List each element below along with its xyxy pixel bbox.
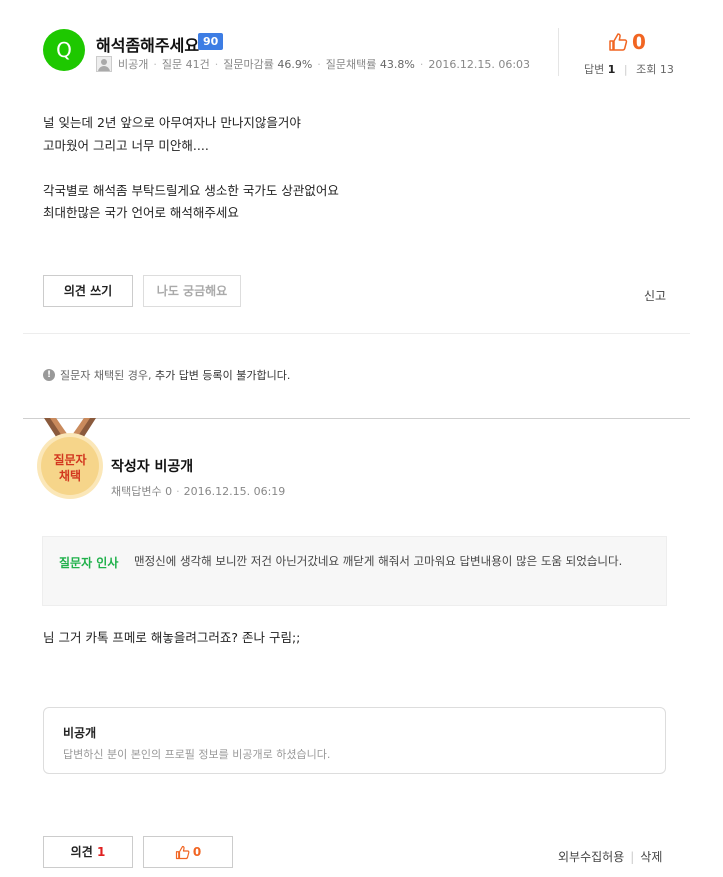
- adopt-rate-label: 질문채택률: [325, 58, 377, 71]
- meta-separator: ·: [153, 57, 157, 71]
- views-count: 13: [659, 63, 674, 76]
- question-like-button[interactable]: 0: [608, 30, 646, 54]
- adopted-notice: ! 질문자 채택된 경우, 추가 답변 등록이 불가합니다.: [43, 367, 290, 383]
- me-too-button[interactable]: 나도 궁금해요: [143, 275, 241, 307]
- thumbs-up-icon: [175, 845, 190, 859]
- answers-count: 1: [607, 63, 616, 76]
- section-divider: [23, 333, 690, 334]
- views-label: 조회: [636, 63, 657, 76]
- question-like-count: 0: [632, 30, 646, 54]
- meta-separator: ·: [214, 57, 219, 71]
- thanks-text: 맨정신에 생각해 보니깐 저건 아닌거갔네요 깨닫게 해줘서 고마워요 답변내용…: [134, 554, 623, 568]
- adopt-rate-value: 43.8%: [379, 57, 415, 71]
- allow-collect-link[interactable]: 외부수집허용: [558, 850, 624, 864]
- question-title: 해석좀해주세요: [96, 36, 200, 55]
- write-opinion-button[interactable]: 의견 쓰기: [43, 275, 133, 307]
- meta-separator: ·: [176, 485, 180, 498]
- question-body: 널 잊는데 2년 앞으로 아무여자나 만나지않을거야 고마웠어 그리고 너무 미…: [43, 115, 339, 220]
- answer-like-count: 0: [192, 845, 202, 859]
- answer-like-button[interactable]: 0: [143, 836, 233, 868]
- answer-author: 작성자 비공개: [111, 459, 194, 475]
- medal-line-1: 질문자: [53, 452, 86, 467]
- opinion-count: 1: [96, 845, 106, 859]
- profile-description: 답변하신 분이 본인의 프로필 정보를 비공개로 하셨습니다.: [63, 748, 331, 761]
- answer-footer-links: 외부수집허용 | 삭제: [558, 848, 662, 865]
- answer-body: 님 그거 카톡 프메로 해놓을려그러죠? 존나 구림;;: [43, 630, 301, 645]
- question-date: 2016.12.15. 06:03: [428, 57, 531, 71]
- stats-separator: |: [623, 63, 628, 76]
- meta-separator: ·: [419, 57, 424, 71]
- answer-opinion-button[interactable]: 의견 1: [43, 836, 133, 868]
- question-author: 비공개: [118, 58, 149, 71]
- close-rate-label: 질문마감률: [223, 58, 274, 71]
- delete-link[interactable]: 삭제: [640, 850, 662, 864]
- answers-label: 답변: [584, 63, 605, 76]
- report-link[interactable]: 신고: [644, 287, 666, 304]
- header-divider: [558, 28, 559, 76]
- thanks-label: 질문자 인사: [59, 556, 119, 570]
- answer-date: 2016.12.15. 06:19: [183, 485, 286, 498]
- user-avatar-icon: [96, 56, 112, 72]
- question-count: 질문 41건: [161, 58, 210, 71]
- close-rate-value: 46.9%: [277, 57, 313, 71]
- adopted-medal-icon: 질문자 채택: [37, 418, 103, 499]
- profile-title: 비공개: [63, 726, 97, 740]
- answer-meta: 채택답변수 0 · 2016.12.15. 06:19: [111, 483, 285, 499]
- notice-text-1: 질문자 채택된 경우,: [60, 369, 152, 382]
- question-stats: 답변 1 | 조회 13: [584, 61, 674, 77]
- reward-badge: 90: [198, 33, 224, 50]
- answerer-profile-box: [43, 707, 666, 774]
- thumbs-up-icon: [609, 33, 628, 51]
- opinion-label: 의견: [70, 845, 93, 859]
- adopt-count: 채택답변수 0: [111, 485, 173, 498]
- notice-text-2: 추가 답변 등록이 불가합니다.: [154, 369, 291, 382]
- answer-divider: [23, 418, 690, 419]
- link-separator: |: [630, 850, 635, 864]
- info-icon: !: [43, 369, 55, 381]
- asker-thanks-box: [42, 536, 667, 606]
- meta-separator: ·: [317, 57, 321, 71]
- question-meta: 비공개 · 질문 41건 · 질문마감률 46.9% · 질문채택률 43.8%…: [96, 56, 530, 72]
- question-avatar: Q: [43, 29, 85, 71]
- medal-line-2: 채택: [59, 468, 81, 483]
